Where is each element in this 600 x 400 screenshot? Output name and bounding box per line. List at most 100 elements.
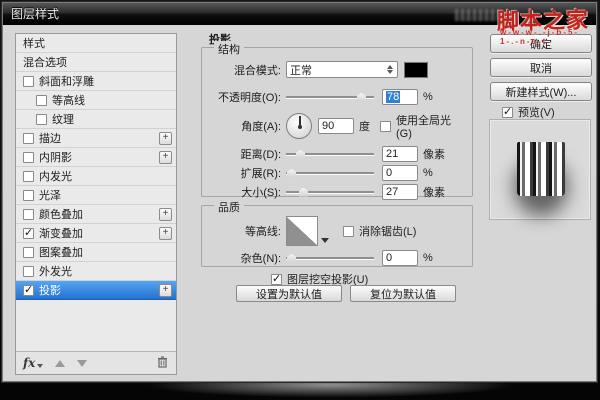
sidebar-item-label: 等高线 (52, 95, 85, 107)
antialias-checkbox[interactable]: 消除锯齿(L) (343, 223, 416, 239)
add-effect-button[interactable]: + (159, 283, 172, 297)
move-effect-up-button[interactable] (55, 359, 66, 367)
checkbox[interactable] (23, 265, 34, 277)
opacity-unit: % (423, 90, 433, 103)
sidebar-item-label: 投影 (39, 285, 61, 297)
watermark-url: w-w-w-.-j-b-5-1-.-n-e-t (500, 28, 580, 46)
cancel-button[interactable]: 取消 (490, 58, 592, 77)
sidebar-item-label: 渐变叠加 (39, 228, 83, 240)
structure-group: 结构 混合模式: 正常 不透明度(O): 78 % 角度(A): 90 度 使用… (201, 41, 473, 200)
add-effect-button[interactable]: + (159, 131, 172, 145)
sidebar-item-label: 颜色叠加 (39, 209, 83, 221)
checkbox[interactable] (23, 75, 34, 87)
style-list-panel: 样式 混合选项 斜面和浮雕 等高线 纹理 描边 + 内阴影 + 内发光 光泽 颜… (15, 33, 177, 375)
shadow-color-swatch[interactable] (404, 61, 428, 78)
noise-unit: % (423, 251, 433, 264)
checkbox[interactable] (36, 94, 47, 106)
sidebar-item-gradient-overlay[interactable]: 渐变叠加 + (16, 224, 176, 243)
preview-checkbox[interactable]: 预览(V) (502, 104, 555, 120)
opacity-slider-thumb[interactable] (356, 92, 367, 103)
opacity-label: 不透明度(O): (218, 91, 281, 104)
checkbox[interactable] (23, 189, 34, 201)
sidebar-item-bevel-emboss[interactable]: 斜面和浮雕 (16, 72, 176, 91)
checkbox[interactable] (23, 132, 34, 144)
angle-input[interactable]: 90 (318, 118, 354, 134)
noise-slider[interactable] (286, 252, 374, 264)
preview-label: 预览(V) (518, 107, 555, 119)
sidebar-item-pattern-overlay[interactable]: 图案叠加 (16, 243, 176, 262)
fx-icon: fx (23, 356, 36, 370)
add-effect-button[interactable]: + (159, 226, 172, 240)
sidebar-item-outer-glow[interactable]: 外发光 (16, 262, 176, 281)
distance-slider[interactable] (286, 148, 374, 160)
sidebar-item-drop-shadow[interactable]: 投影 + (16, 281, 176, 300)
sidebar-item-label: 内阴影 (39, 152, 72, 164)
reset-default-button[interactable]: 复位为默认值 (350, 285, 456, 302)
distance-slider-thumb[interactable] (295, 149, 306, 160)
checkbox[interactable] (23, 246, 34, 258)
checkbox[interactable] (23, 170, 34, 182)
sidebar-item-contour[interactable]: 等高线 (16, 91, 176, 110)
checkbox[interactable] (23, 151, 34, 163)
make-default-button[interactable]: 设置为默认值 (236, 285, 342, 302)
sidebar-item-stroke[interactable]: 描边 + (16, 129, 176, 148)
opacity-input[interactable]: 78 (382, 88, 418, 105)
add-effect-button[interactable]: + (159, 207, 172, 221)
quality-legend: 品质 (214, 199, 244, 215)
size-input[interactable]: 27 (382, 183, 418, 200)
checkbox (343, 225, 354, 237)
sidebar-item-label: 混合选项 (23, 57, 67, 69)
sidebar-item-label: 光泽 (39, 190, 61, 202)
sidebar-item-color-overlay[interactable]: 颜色叠加 + (16, 205, 176, 224)
use-global-light-checkbox[interactable]: 使用全局光(G) (380, 112, 464, 140)
effects-toolbar: fx (16, 351, 176, 374)
checkbox[interactable] (23, 208, 34, 220)
preview-thumbnail (489, 119, 591, 220)
sidebar-item-label: 描边 (39, 133, 61, 145)
noise-input[interactable]: 0 (382, 249, 418, 266)
spread-slider-thumb[interactable] (286, 168, 297, 179)
fx-menu-button[interactable]: fx (23, 356, 44, 370)
delete-effect-button[interactable] (156, 355, 169, 371)
dialog-title: 图层样式 (11, 7, 60, 21)
size-unit: 像素 (423, 186, 445, 199)
checkbox[interactable] (36, 113, 47, 125)
distance-label: 距离(D): (240, 148, 281, 161)
blend-mode-value: 正常 (290, 64, 312, 77)
sidebar-item-inner-shadow[interactable]: 内阴影 + (16, 148, 176, 167)
sidebar-item-styles[interactable]: 样式 (16, 34, 176, 53)
use-global-light-label: 使用全局光(G) (396, 115, 451, 140)
sidebar-item-label: 内发光 (39, 171, 72, 183)
blend-mode-select[interactable]: 正常 (286, 61, 398, 78)
size-slider[interactable] (286, 186, 374, 198)
spread-slider[interactable] (286, 167, 374, 179)
contour-label: 等高线: (244, 226, 281, 238)
sidebar-item-blending-options[interactable]: 混合选项 (16, 53, 176, 72)
blend-mode-label: 混合模式: (233, 64, 281, 77)
distance-input[interactable]: 21 (382, 145, 418, 162)
size-label: 大小(S): (241, 186, 281, 199)
checkbox-checked[interactable] (23, 283, 34, 296)
noise-slider-thumb[interactable] (286, 253, 297, 264)
checkbox-checked (271, 272, 282, 285)
distance-unit: 像素 (423, 148, 445, 161)
size-slider-thumb[interactable] (298, 187, 309, 198)
contour-thumbnail[interactable] (286, 216, 318, 246)
angle-label: 角度(A): (241, 121, 281, 133)
checkbox-checked[interactable] (23, 226, 34, 239)
sidebar-item-inner-glow[interactable]: 内发光 (16, 167, 176, 186)
trash-icon (158, 356, 167, 368)
opacity-slider[interactable] (286, 91, 374, 103)
add-effect-button[interactable]: + (159, 150, 172, 164)
spread-unit: % (423, 166, 433, 179)
angle-unit: 度 (359, 121, 370, 133)
move-effect-down-button[interactable] (77, 359, 88, 367)
structure-legend: 结构 (214, 41, 244, 57)
antialias-label: 消除锯齿(L) (359, 226, 417, 238)
spread-input[interactable]: 0 (382, 164, 418, 181)
contour-picker[interactable] (286, 216, 329, 246)
angle-dial[interactable] (286, 113, 312, 139)
sidebar-item-texture[interactable]: 纹理 (16, 110, 176, 129)
sidebar-item-satin[interactable]: 光泽 (16, 186, 176, 205)
new-style-button[interactable]: 新建样式(W)... (490, 82, 592, 101)
